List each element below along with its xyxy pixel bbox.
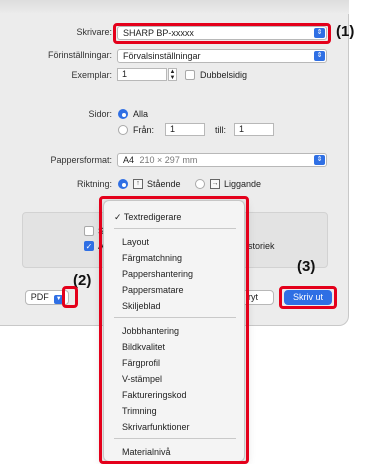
pages-from-field[interactable]: 1 [165,123,205,136]
pages-to-field[interactable]: 1 [234,123,274,136]
pages-from-label: Från: [133,125,155,135]
option-checkbox-2[interactable]: ✓ [84,241,94,251]
pages-label: Sidor: [88,109,112,119]
orientation-label: Riktning: [76,179,112,189]
pdf-highlight [62,286,78,308]
copies-stepper[interactable]: ▲ ▼ [168,68,177,81]
landscape-radio[interactable] [195,179,205,189]
copies-label: Exemplar: [71,70,112,80]
copy-button-label: ryt [248,292,258,302]
pages-to-label: till: [215,125,226,135]
portrait-radio[interactable] [118,179,128,189]
presets-popup[interactable]: Förvalsinställningar ⇕ [117,49,327,63]
menu-highlight [99,196,249,464]
chevron-updown-icon: ⇕ [314,155,325,165]
duplex-checkbox[interactable] [185,70,195,80]
presets-label: Förinställningar: [47,50,112,60]
chevron-updown-icon: ⇕ [314,51,325,61]
landscape-page-icon: → [210,179,220,189]
paper-size-popup[interactable]: A4 210 × 297 mm ⇕ [117,153,327,167]
callout-3: (3) [297,258,316,275]
paper-size-value: A4 [123,155,135,165]
presets-value: Förvalsinställningar [123,51,201,61]
history-text: storiek [248,241,275,251]
paper-size-label: Pappersformat: [50,155,112,165]
paper-size-dimensions: 210 × 297 mm [139,155,198,165]
landscape-label: Liggande [224,179,262,189]
callout-1: (1) [336,23,355,40]
pages-all-radio[interactable] [118,109,128,119]
copies-field[interactable]: 1 [117,68,167,81]
duplex-label: Dubbelsidig [200,70,248,80]
printer-highlight [113,23,331,44]
print-highlight [279,286,337,309]
portrait-label: Stående [147,179,181,189]
printer-label: Skrivare: [76,27,112,37]
dialog-top-strip [0,0,349,14]
pages-all-label: Alla [133,109,149,119]
pages-from-radio[interactable] [118,125,128,135]
pdf-label: PDF [30,292,49,302]
option-checkbox-1[interactable] [84,226,94,236]
portrait-page-icon: ↑ [133,179,143,189]
